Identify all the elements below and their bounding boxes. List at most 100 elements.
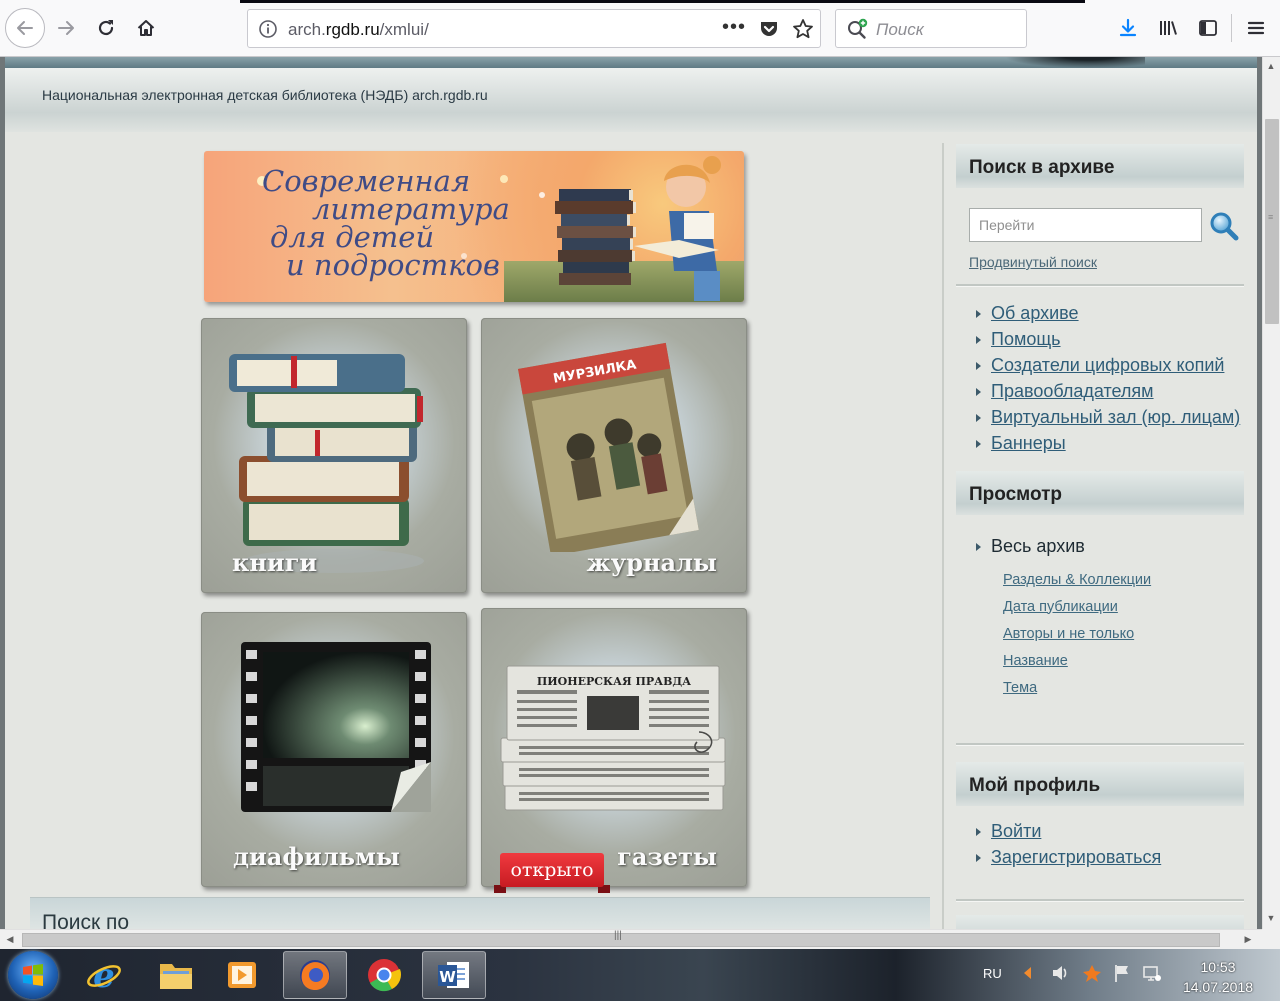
tile-magazines-label: журналы <box>586 548 717 577</box>
antivirus-icon[interactable] <box>1082 963 1102 983</box>
tile-filmstrips[interactable]: диафильмы <box>201 612 467 887</box>
chrome-icon <box>368 959 402 992</box>
link-about[interactable]: Об архиве <box>991 303 1079 324</box>
taskbar-word[interactable]: W <box>422 951 486 999</box>
link-by-subject[interactable]: Тема <box>1003 680 1037 696</box>
language-indicator[interactable]: RU <box>983 966 1002 981</box>
advanced-search-link[interactable]: Продвинутый поиск <box>969 254 1097 270</box>
page-body: Национальная электронная детская библиот… <box>5 57 1257 929</box>
scroll-down-arrow-icon[interactable]: ▼ <box>1263 910 1279 926</box>
link-login[interactable]: Войти <box>991 821 1041 842</box>
url-text[interactable]: arch.rgdb.ru/xmlui/ <box>288 20 429 40</box>
arrow-left-icon <box>17 21 33 35</box>
archive-search-title: Поиск в архиве <box>969 157 1115 178</box>
firefox-icon <box>300 960 330 991</box>
sidebar-toggle-button[interactable] <box>1190 10 1226 46</box>
list-item: Весь архив <box>976 533 1085 559</box>
taskbar-firefox[interactable] <box>283 951 347 999</box>
bullet-icon <box>976 543 981 551</box>
link-by-title[interactable]: Название <box>1003 653 1068 669</box>
system-clock[interactable]: 10:53 14.07.2018 <box>1168 957 1268 997</box>
tile-filmstrips-label: диафильмы <box>233 842 400 871</box>
forward-button[interactable] <box>48 10 84 46</box>
bullet-icon <box>976 310 981 318</box>
bullet-icon <box>976 362 981 370</box>
link-digitizers[interactable]: Создатели цифровых копий <box>991 355 1224 376</box>
windows-taskbar: e W RU 10:53 14.07.2018 <box>0 949 1280 1001</box>
info-icon[interactable] <box>258 19 278 39</box>
bullet-icon <box>976 414 981 422</box>
link-communities-collections[interactable]: Разделы & Коллекции <box>1003 572 1151 588</box>
bookmark-star-icon[interactable] <box>792 18 814 40</box>
list-item: Дата публикации <box>1003 593 1151 620</box>
open-access-ribbon: открыто <box>494 853 610 893</box>
horizontal-scrollbar[interactable]: ||| <box>0 929 1262 949</box>
page-actions-button[interactable]: ••• <box>722 16 746 39</box>
address-bar[interactable]: arch.rgdb.ru/xmlui/ ••• <box>247 9 821 48</box>
menu-button[interactable] <box>1238 10 1274 46</box>
pocket-icon[interactable] <box>758 18 780 40</box>
promo-banner[interactable]: Современная литература для детей и подро… <box>204 151 744 302</box>
start-button[interactable] <box>8 951 58 999</box>
profile-header: Мой профиль <box>956 762 1244 806</box>
link-register[interactable]: Зарегистрироваться <box>991 847 1161 868</box>
reload-button[interactable] <box>88 10 124 46</box>
search-icon[interactable] <box>1208 210 1240 242</box>
newspaper-masthead: ПИОНЕРСКАЯ ПРАВДА <box>537 675 691 688</box>
link-by-author[interactable]: Авторы и не только <box>1003 626 1134 642</box>
next-sidebar-header <box>956 915 1244 929</box>
search-by-section: Поиск по <box>30 897 930 929</box>
list-item: Об архиве <box>976 300 1240 326</box>
network-icon[interactable] <box>1142 963 1162 983</box>
sidebar-rule <box>956 284 1244 287</box>
books-stack-icon <box>229 354 424 573</box>
scroll-up-arrow-icon[interactable]: ▲ <box>1263 58 1279 74</box>
list-item: Тема <box>1003 674 1151 701</box>
browse-root: Весь архив <box>976 533 1085 559</box>
list-item: Авторы и не только <box>1003 620 1151 647</box>
list-item: Разделы & Коллекции <box>1003 566 1151 593</box>
clock-time: 10:53 <box>1200 959 1236 975</box>
taskbar-chrome[interactable] <box>352 951 416 999</box>
site-title: Национальная электронная детская библиот… <box>42 87 488 103</box>
scroll-right-arrow-icon[interactable]: ▶ <box>1240 931 1256 947</box>
folder-icon <box>160 964 192 989</box>
tile-books[interactable]: книги <box>201 318 467 593</box>
list-item: Виртуальный зал (юр. лицам) <box>976 404 1240 430</box>
tile-newspapers[interactable]: ПИОНЕРСКАЯ ПРАВДА открыто газеты <box>481 608 747 893</box>
vertical-scrollbar[interactable]: ≡ <box>1262 57 1280 929</box>
library-button[interactable] <box>1150 10 1186 46</box>
browse-links: Разделы & Коллекции Дата публикации Авто… <box>1003 566 1151 701</box>
goto-search-input[interactable] <box>969 208 1202 242</box>
notification-arrow-icon[interactable] <box>1018 963 1038 983</box>
home-button[interactable] <box>128 10 164 46</box>
bullet-icon <box>976 336 981 344</box>
link-by-date[interactable]: Дата публикации <box>1003 599 1118 615</box>
browser-toolbar: arch.rgdb.ru/xmlui/ ••• Поиск <box>0 0 1280 57</box>
clock-date: 14.07.2018 <box>1182 979 1254 995</box>
search-by-heading: Поиск по <box>42 911 130 929</box>
action-center-flag-icon[interactable] <box>1112 963 1132 983</box>
tile-books-label: книги <box>232 548 318 577</box>
link-virtual-hall[interactable]: Виртуальный зал (юр. лицам) <box>991 407 1240 428</box>
window-top-edge <box>240 0 1085 3</box>
tile-magazines[interactable]: МУРЗИЛКА журналы <box>481 318 747 593</box>
bullet-icon <box>976 440 981 448</box>
speaker-icon[interactable] <box>1050 963 1070 983</box>
link-help[interactable]: Помощь <box>991 329 1061 350</box>
bullet-icon <box>976 388 981 396</box>
newspaper-stack-icon: ПИОНЕРСКАЯ ПРАВДА <box>500 665 726 811</box>
list-item: Помощь <box>976 326 1240 352</box>
link-rightholders[interactable]: Правообладателям <box>991 381 1154 402</box>
downloads-button[interactable] <box>1110 10 1146 46</box>
archive-search-header: Поиск в архиве <box>956 144 1244 188</box>
vertical-scroll-thumb[interactable]: ≡ <box>1265 119 1279 324</box>
taskbar-file-explorer[interactable] <box>144 951 208 999</box>
taskbar-media-player[interactable] <box>210 951 274 999</box>
download-arrow-icon <box>1119 18 1137 37</box>
scroll-left-arrow-icon[interactable]: ◀ <box>2 931 18 947</box>
link-banners[interactable]: Баннеры <box>991 433 1066 454</box>
back-button[interactable] <box>5 8 45 48</box>
taskbar-internet-explorer[interactable]: e <box>72 951 136 999</box>
browser-search-box[interactable]: Поиск <box>835 9 1027 48</box>
